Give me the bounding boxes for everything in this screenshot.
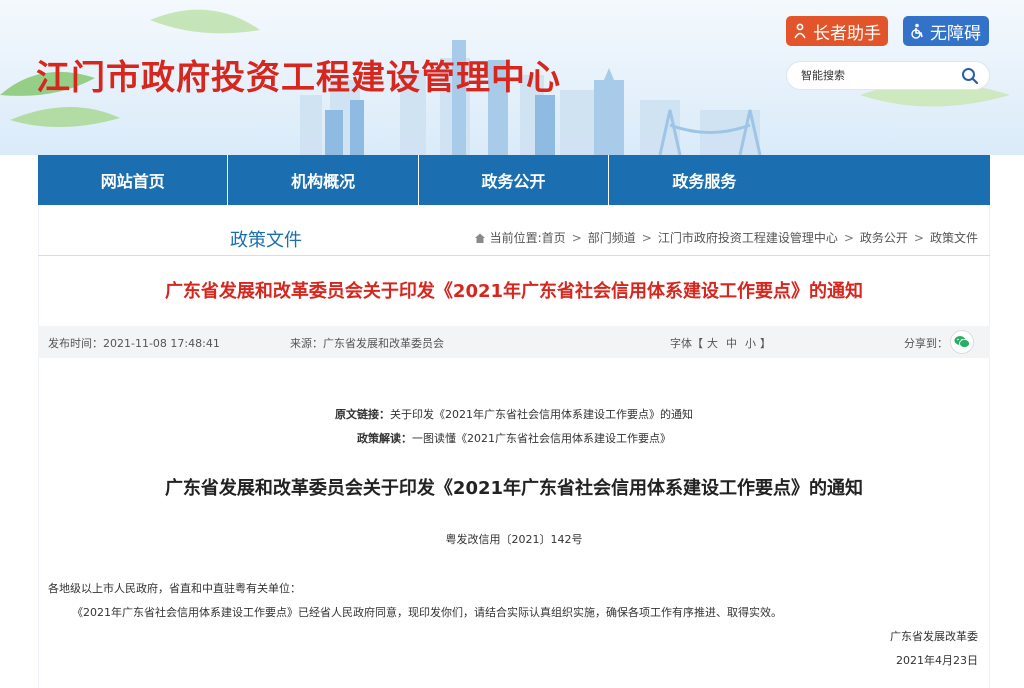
article-source: 来源：广东省发展和改革委员会 bbox=[290, 337, 444, 350]
breadcrumb-prefix: 当前位置: bbox=[489, 231, 542, 245]
font-size-close: 】 bbox=[760, 337, 771, 350]
publish-time: 发布时间：2021-11-08 17:48:41 bbox=[48, 337, 220, 350]
signature: 广东省发展改革委 bbox=[890, 630, 978, 643]
search-input[interactable] bbox=[801, 69, 961, 82]
nav-item-home[interactable]: 网站首页 bbox=[38, 155, 229, 205]
interpretation-link[interactable]: 一图读懂《2021广东省社会信用体系建设工作要点》 bbox=[412, 432, 671, 445]
accessibility-button[interactable]: 无障碍 bbox=[903, 16, 989, 46]
original-link[interactable]: 关于印发《2021年广东省社会信用体系建设工作要点》的通知 bbox=[390, 408, 693, 421]
original-link-label: 原文链接： bbox=[335, 408, 390, 421]
font-size-large[interactable]: 大 bbox=[707, 337, 718, 350]
main-nav: 网站首页 机构概况 政务公开 政务服务 bbox=[38, 155, 990, 205]
accessibility-label: 无障碍 bbox=[930, 23, 981, 44]
interpretation-label: 政策解读： bbox=[357, 432, 412, 445]
wheelchair-icon bbox=[909, 22, 925, 40]
font-size-control: 字体【大中小】 bbox=[670, 335, 771, 351]
nav-item-services[interactable]: 政务服务 bbox=[609, 155, 799, 205]
category-title: 政策文件 bbox=[230, 230, 302, 251]
elder-assistant-button[interactable]: 长者助手 bbox=[786, 16, 888, 46]
article-title: 广东省发展和改革委员会关于印发《2021年广东省社会信用体系建设工作要点》的通知 bbox=[164, 281, 864, 302]
elder-assistant-label: 长者助手 bbox=[813, 23, 881, 44]
home-icon bbox=[474, 232, 486, 244]
header-banner: 江门市政府投资工程建设管理中心 长者助手 无障碍 bbox=[0, 0, 1024, 155]
document-number: 粤发改信用〔2021〕142号 bbox=[445, 533, 583, 546]
font-size-small[interactable]: 小 bbox=[745, 337, 756, 350]
breadcrumb-gov-affairs[interactable]: 政务公开 bbox=[860, 229, 908, 246]
share-label: 分享到： bbox=[904, 337, 948, 350]
font-size-label: 字体【 bbox=[670, 337, 703, 350]
search-icon[interactable] bbox=[961, 67, 979, 85]
font-size-medium[interactable]: 中 bbox=[726, 337, 737, 350]
nav-item-organization[interactable]: 机构概况 bbox=[228, 155, 419, 205]
document-date: 2021年4月23日 bbox=[896, 654, 978, 667]
wechat-share-button[interactable] bbox=[950, 330, 974, 354]
breadcrumb-dept-channel[interactable]: 部门频道 bbox=[588, 229, 636, 246]
elder-care-icon bbox=[792, 22, 808, 40]
nav-item-government-affairs[interactable]: 政务公开 bbox=[419, 155, 610, 205]
site-title: 江门市政府投资工程建设管理中心 bbox=[36, 58, 561, 98]
article-meta-bar: 发布时间：2021-11-08 17:48:41 来源：广东省发展和改革委员会 … bbox=[38, 326, 990, 358]
breadcrumb-separator: > bbox=[571, 230, 582, 245]
breadcrumb-policy-docs[interactable]: 政策文件 bbox=[930, 229, 978, 246]
breadcrumb-separator: > bbox=[843, 230, 854, 245]
breadcrumb: 当前位置:首页 > 部门频道 > 江门市政府投资工程建设管理中心 > 政务公开 … bbox=[474, 229, 978, 246]
breadcrumb-separator: > bbox=[913, 230, 924, 245]
body-paragraph: 《2021年广东省社会信用体系建设工作要点》已经省人民政府同意，现印发你们，请结… bbox=[72, 606, 782, 619]
recipients-line: 各地级以上市人民政府，省直和中直驻粤有关单位： bbox=[48, 582, 301, 595]
breadcrumb-center[interactable]: 江门市政府投资工程建设管理中心 bbox=[658, 229, 838, 246]
breadcrumb-home[interactable]: 首页 bbox=[542, 231, 566, 245]
original-link-line: 原文链接：关于印发《2021年广东省社会信用体系建设工作要点》的通知 bbox=[38, 406, 990, 422]
interpretation-line: 政策解读：一图读懂《2021广东省社会信用体系建设工作要点》 bbox=[38, 430, 990, 446]
breadcrumb-separator: > bbox=[641, 230, 652, 245]
wechat-icon bbox=[954, 336, 970, 348]
search-box bbox=[786, 61, 990, 90]
document-title: 广东省发展和改革委员会关于印发《2021年广东省社会信用体系建设工作要点》的通知 bbox=[164, 478, 864, 499]
